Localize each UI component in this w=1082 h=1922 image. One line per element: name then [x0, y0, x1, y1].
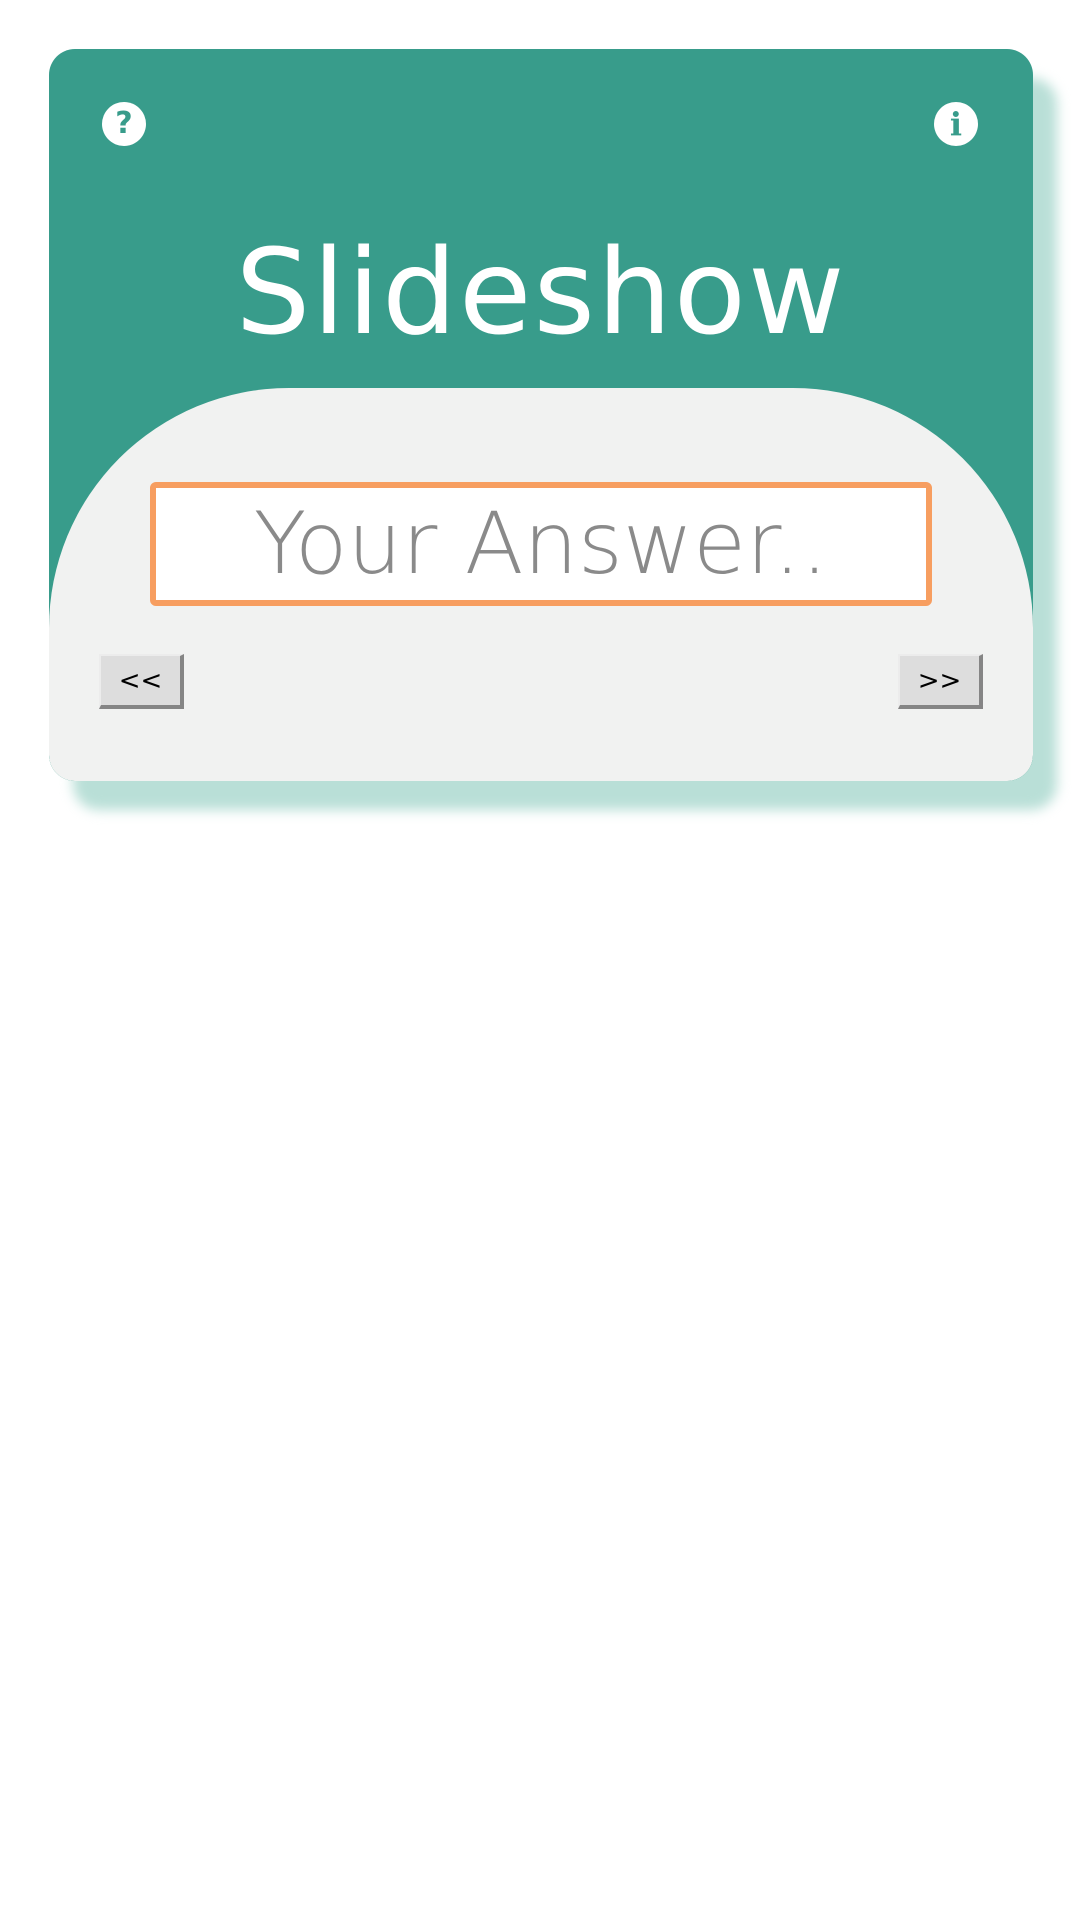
slideshow-card: ? i Slideshow << >>	[49, 49, 1033, 781]
next-button[interactable]: >>	[898, 654, 983, 709]
previous-button[interactable]: <<	[99, 654, 184, 709]
page: ? i Slideshow << >>	[0, 0, 1082, 1922]
page-title: Slideshow	[235, 223, 847, 361]
info-icon[interactable]: i	[934, 102, 978, 146]
answer-box	[150, 482, 932, 606]
help-icon[interactable]: ?	[102, 102, 146, 146]
answer-input[interactable]	[156, 488, 926, 600]
